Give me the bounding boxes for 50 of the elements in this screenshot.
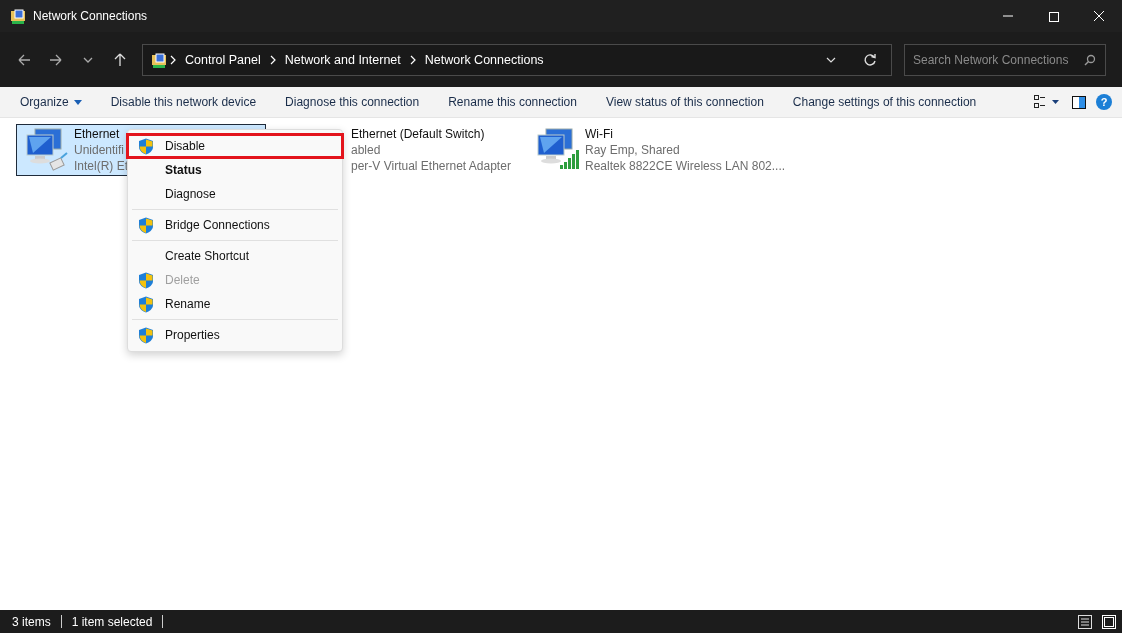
folder-network-icon <box>151 51 167 68</box>
command-button[interactable]: Change settings of this connection <box>782 91 987 113</box>
shield-icon <box>138 326 154 344</box>
menu-item[interactable]: Properties <box>130 323 340 347</box>
chevron-icon <box>169 54 177 65</box>
help-button[interactable]: ? <box>1096 94 1112 110</box>
shield-icon <box>138 216 154 234</box>
view-options-button[interactable] <box>1032 93 1062 111</box>
shield-icon <box>138 271 154 289</box>
menu-item[interactable]: Rename <box>130 292 340 316</box>
connection-status: abled <box>351 143 382 157</box>
command-button[interactable]: Organize <box>10 91 92 113</box>
tiles-view-button[interactable] <box>1100 612 1118 631</box>
search-field[interactable]: Search Network Connections <box>904 43 1106 76</box>
preview-pane-button[interactable] <box>1070 93 1088 111</box>
folder-network-icon <box>10 8 26 24</box>
chevron-icon <box>268 54 277 65</box>
command-button[interactable]: Rename this connection <box>438 91 587 113</box>
chevron-icon <box>408 54 417 65</box>
adapter-name: per-V Virtual Ethernet Adapter <box>351 159 511 173</box>
breadcrumb[interactable]: Network and Internet <box>284 52 401 67</box>
connection-item[interactable]: Wi-Fi Ray Emp, Shared Realtek 8822CE Wireless LAN 802.... <box>527 124 791 176</box>
command-button[interactable]: View status of this connection <box>595 91 774 113</box>
window-title: Network Connections <box>33 9 149 23</box>
shield-icon <box>138 137 154 155</box>
selection-count: 1 item selected <box>71 614 153 629</box>
command-button[interactable]: Disable this network device <box>100 91 267 113</box>
minimize-icon[interactable] <box>1001 15 1013 17</box>
connection-name: Ethernet <box>74 127 121 141</box>
menu-item[interactable]: Bridge Connections <box>130 213 340 237</box>
adapter-name: Realtek 8822CE Wireless LAN 802.... <box>585 159 786 173</box>
refresh-icon[interactable] <box>863 52 877 67</box>
shield-icon <box>138 295 154 313</box>
search-icon <box>1084 53 1096 66</box>
connection-name: Wi-Fi <box>585 127 614 141</box>
item-count: 3 items <box>12 614 51 629</box>
maximize-icon[interactable] <box>1047 10 1059 22</box>
command-button[interactable]: Diagnose this connection <box>275 91 430 113</box>
menu-item[interactable]: Create Shortcut <box>130 244 340 268</box>
menu-item[interactable]: Diagnose <box>130 182 340 206</box>
connection-status: Unidentifi <box>74 143 126 157</box>
caret-icon <box>73 99 82 105</box>
close-icon[interactable] <box>1093 10 1105 22</box>
details-view-button[interactable] <box>1076 612 1094 631</box>
breadcrumb[interactable]: Control Panel <box>185 52 261 67</box>
connection-status: Ray Emp, Shared <box>585 143 681 157</box>
breadcrumb[interactable]: Network Connections <box>424 52 544 67</box>
connection-name: Ethernet (Default Switch) <box>351 127 486 141</box>
up-arrow-icon[interactable] <box>112 51 128 68</box>
address-bar[interactable]: Control Panel Network and Internet Network Connections <box>142 43 892 76</box>
